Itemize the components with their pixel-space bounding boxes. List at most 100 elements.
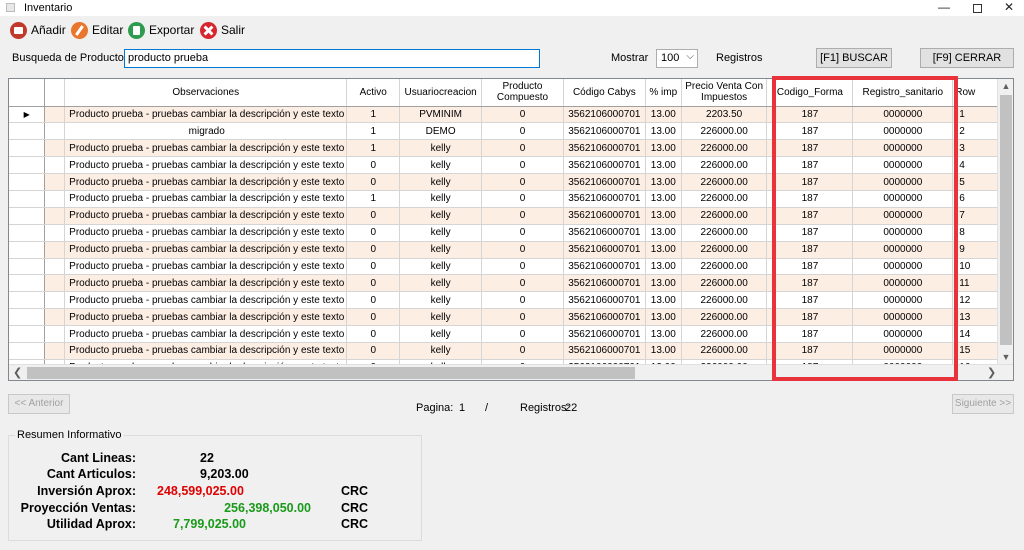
table-cell[interactable]: 187: [766, 291, 854, 310]
table-cell[interactable]: kelly: [399, 207, 483, 225]
table-cell[interactable]: 226000.00: [681, 139, 768, 158]
table-cell[interactable]: 0: [481, 342, 564, 360]
table-cell[interactable]: 0: [481, 291, 564, 310]
table-row[interactable]: Producto prueba - pruebas cambiar la des…: [9, 241, 1013, 259]
blank-cell[interactable]: [44, 190, 66, 208]
table-cell[interactable]: 0: [346, 241, 401, 259]
table-cell[interactable]: 0: [481, 241, 564, 259]
blank-cell[interactable]: [44, 122, 66, 141]
table-row[interactable]: Producto prueba - pruebas cambiar la des…: [9, 190, 1013, 208]
table-cell[interactable]: 226000.00: [681, 291, 768, 310]
table-cell[interactable]: 226000.00: [681, 224, 768, 242]
table-cell[interactable]: 187: [766, 122, 854, 141]
table-cell[interactable]: 0000000: [852, 139, 954, 158]
prev-page-button[interactable]: << Anterior: [8, 394, 70, 414]
table-cell[interactable]: 13.00: [645, 139, 682, 158]
row-selector[interactable]: [9, 156, 46, 175]
row-selector[interactable]: [9, 258, 46, 276]
row-selector[interactable]: [9, 325, 46, 343]
table-cell[interactable]: 0: [346, 207, 401, 225]
table-cell[interactable]: kelly: [399, 156, 483, 175]
table-cell[interactable]: 226000.00: [681, 173, 768, 191]
column-header[interactable]: Registro_sanitario: [852, 79, 954, 107]
table-cell[interactable]: 3562106000701: [563, 224, 646, 242]
scroll-left-icon[interactable]: ❮: [13, 366, 22, 379]
table-cell[interactable]: 3562106000701: [563, 207, 646, 225]
table-cell[interactable]: 3562106000701: [563, 258, 646, 276]
blank-cell[interactable]: [44, 173, 66, 191]
table-cell[interactable]: 1: [346, 106, 401, 124]
table-cell[interactable]: migrado: [64, 122, 348, 141]
table-cell[interactable]: 226000.00: [681, 342, 768, 360]
table-cell[interactable]: 0000000: [852, 325, 954, 343]
table-cell[interactable]: Producto prueba - pruebas cambiar la des…: [64, 224, 348, 242]
table-cell[interactable]: 3562106000701: [563, 139, 646, 158]
table-cell[interactable]: 3562106000701: [563, 325, 646, 343]
table-cell[interactable]: 0: [481, 325, 564, 343]
search-input[interactable]: producto prueba: [124, 49, 540, 68]
blank-cell[interactable]: [44, 274, 66, 293]
table-cell[interactable]: 0: [346, 308, 401, 327]
table-cell[interactable]: 13.00: [645, 207, 682, 225]
table-cell[interactable]: 187: [766, 156, 854, 175]
table-cell[interactable]: 13.00: [645, 274, 682, 293]
table-cell[interactable]: 0: [481, 224, 564, 242]
table-cell[interactable]: Producto prueba - pruebas cambiar la des…: [64, 190, 348, 208]
table-cell[interactable]: 13.00: [645, 291, 682, 310]
table-cell[interactable]: 1: [346, 122, 401, 141]
table-cell[interactable]: 0: [346, 274, 401, 293]
table-cell[interactable]: 0: [346, 224, 401, 242]
blank-cell[interactable]: [44, 139, 66, 158]
table-cell[interactable]: 187: [766, 274, 854, 293]
products-grid[interactable]: Observaciones Activo Usuariocreacion Pro…: [8, 78, 1014, 381]
column-header[interactable]: Activo: [346, 79, 401, 107]
table-cell[interactable]: 187: [766, 308, 854, 327]
column-header[interactable]: % imp: [645, 79, 682, 107]
blank-cell[interactable]: [44, 106, 66, 124]
table-row[interactable]: Producto prueba - pruebas cambiar la des…: [9, 342, 1013, 360]
row-selector[interactable]: [9, 224, 46, 242]
table-row[interactable]: Producto prueba - pruebas cambiar la des…: [9, 173, 1013, 191]
table-cell[interactable]: 0: [481, 156, 564, 175]
table-cell[interactable]: 3562106000701: [563, 106, 646, 124]
table-cell[interactable]: 187: [766, 258, 854, 276]
table-cell[interactable]: 0: [346, 291, 401, 310]
table-cell[interactable]: 0000000: [852, 274, 954, 293]
row-selector[interactable]: [9, 274, 46, 293]
table-cell[interactable]: kelly: [399, 258, 483, 276]
exit-button[interactable]: Salir: [200, 20, 245, 40]
table-cell[interactable]: 13.00: [645, 241, 682, 259]
table-cell[interactable]: 187: [766, 173, 854, 191]
table-cell[interactable]: 3562106000701: [563, 190, 646, 208]
table-cell[interactable]: 0: [481, 274, 564, 293]
table-cell[interactable]: 0000000: [852, 342, 954, 360]
table-cell[interactable]: 187: [766, 241, 854, 259]
export-button[interactable]: Exportar: [128, 20, 194, 40]
column-header[interactable]: Observaciones: [64, 79, 348, 107]
minimize-button[interactable]: —: [928, 0, 960, 16]
table-cell[interactable]: 0: [481, 122, 564, 141]
table-cell[interactable]: 13.00: [645, 325, 682, 343]
table-cell[interactable]: 0: [481, 106, 564, 124]
table-row[interactable]: Producto prueba - pruebas cambiar la des…: [9, 274, 1013, 293]
table-cell[interactable]: 226000.00: [681, 308, 768, 327]
table-cell[interactable]: 0: [481, 207, 564, 225]
maximize-button[interactable]: [961, 0, 993, 16]
blank-cell[interactable]: [44, 258, 66, 276]
blank-cell[interactable]: [44, 156, 66, 175]
table-cell[interactable]: DEMO: [399, 122, 483, 141]
row-selector[interactable]: [9, 173, 46, 191]
column-header[interactable]: Código Cabys: [563, 79, 646, 107]
table-cell[interactable]: 0000000: [852, 291, 954, 310]
table-cell[interactable]: 0: [346, 325, 401, 343]
table-cell[interactable]: 13.00: [645, 190, 682, 208]
table-cell[interactable]: 0000000: [852, 173, 954, 191]
table-cell[interactable]: Producto prueba - pruebas cambiar la des…: [64, 156, 348, 175]
table-row[interactable]: Producto prueba - pruebas cambiar la des…: [9, 308, 1013, 327]
blank-cell[interactable]: [44, 325, 66, 343]
table-cell[interactable]: kelly: [399, 342, 483, 360]
cerrar-button[interactable]: [F9] CERRAR: [920, 48, 1014, 68]
table-cell[interactable]: PVMINIM: [399, 106, 483, 124]
table-row[interactable]: Producto prueba - pruebas cambiar la des…: [9, 224, 1013, 242]
page-size-select[interactable]: 100 ⌵: [656, 49, 698, 68]
